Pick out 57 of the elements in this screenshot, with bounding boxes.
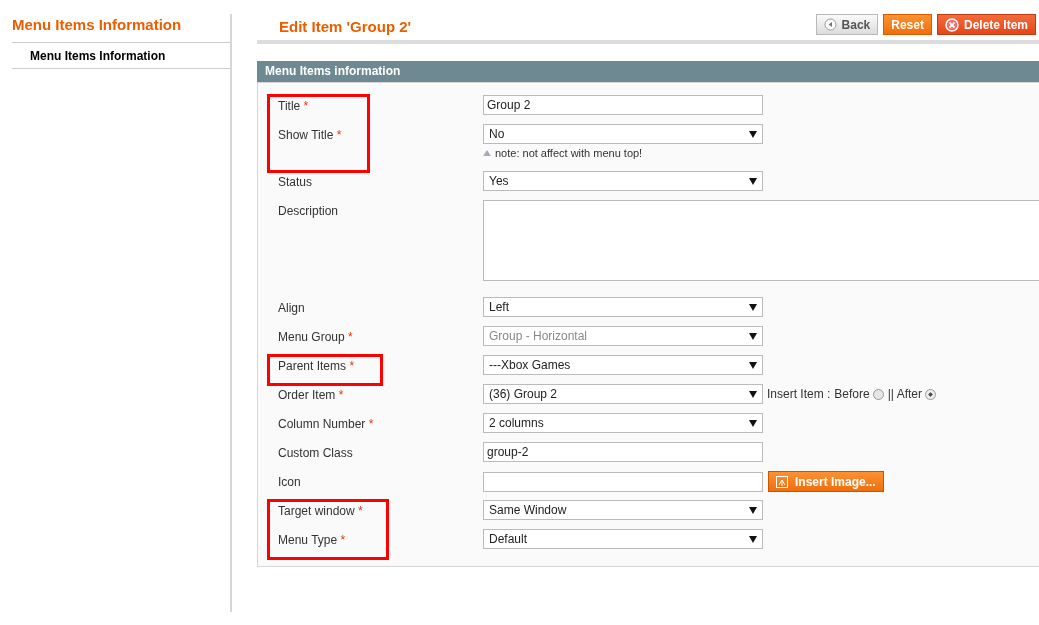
field-label: Custom Class xyxy=(278,445,354,460)
select-field[interactable]: (36) Group 2 xyxy=(483,384,763,404)
select-field[interactable]: No xyxy=(483,124,763,144)
field-label: Icon xyxy=(278,474,302,489)
caret-icon xyxy=(749,177,757,185)
text-field[interactable]: group-2 xyxy=(483,442,763,462)
textarea-field[interactable] xyxy=(483,200,1039,281)
caret-icon xyxy=(749,506,757,514)
field-label: Parent Items * xyxy=(278,358,356,373)
close-icon xyxy=(944,17,959,32)
field-label: Column Number * xyxy=(278,416,375,431)
field-label: Align xyxy=(278,300,306,315)
caret-icon xyxy=(749,390,757,398)
radio-button[interactable] xyxy=(872,388,884,400)
radio-label: || After xyxy=(887,387,922,401)
field-label: Description xyxy=(278,203,340,218)
field-label: Order Item * xyxy=(278,387,345,402)
required-asterisk: * xyxy=(349,359,355,373)
required-asterisk: * xyxy=(338,388,344,402)
image-icon xyxy=(776,475,788,488)
caret-icon xyxy=(749,361,757,369)
text-field[interactable]: Group 2 xyxy=(483,95,763,115)
page-title: Edit Item 'Group 2' xyxy=(279,17,412,35)
field-label: Menu Group * xyxy=(278,329,354,344)
select-field[interactable]: Yes xyxy=(483,171,763,191)
section-header: Menu Items information xyxy=(257,61,1039,82)
required-asterisk: * xyxy=(340,533,346,547)
select-field[interactable]: Default xyxy=(483,529,763,549)
sidebar-item[interactable]: Menu Items Information xyxy=(12,43,230,69)
select-field[interactable]: Same Window xyxy=(483,500,763,520)
field-label: Target window * xyxy=(278,503,364,518)
required-asterisk: * xyxy=(358,504,363,518)
select-field[interactable]: Left xyxy=(483,297,763,317)
field-label: Status xyxy=(278,174,314,189)
delete-button[interactable]: Delete Item xyxy=(936,14,1036,35)
required-asterisk: * xyxy=(303,99,309,113)
field-label: Title * xyxy=(278,98,310,113)
select-field[interactable]: 2 columns xyxy=(483,413,763,433)
field-label: Menu Type * xyxy=(278,532,347,547)
caret-icon xyxy=(749,303,757,311)
required-asterisk: * xyxy=(368,417,374,431)
required-asterisk: * xyxy=(336,128,342,142)
caret-icon xyxy=(749,535,757,543)
note-triangle-icon xyxy=(483,150,491,156)
radio-button[interactable] xyxy=(924,388,936,400)
caret-icon xyxy=(749,419,757,427)
caret-icon xyxy=(749,332,757,340)
text-field[interactable] xyxy=(483,471,763,492)
select-field[interactable]: ---Xbox Games xyxy=(483,355,763,375)
insert-label: Insert Item : xyxy=(767,387,831,401)
sidebar-title: Menu Items Information xyxy=(12,14,230,43)
back-button[interactable]: Back xyxy=(815,14,879,35)
radio-label: Before xyxy=(834,387,870,401)
field-note: note: not affect with menu top! xyxy=(495,147,643,159)
caret-icon xyxy=(749,130,757,138)
required-asterisk: * xyxy=(348,330,353,344)
field-label: Show Title * xyxy=(278,127,343,142)
